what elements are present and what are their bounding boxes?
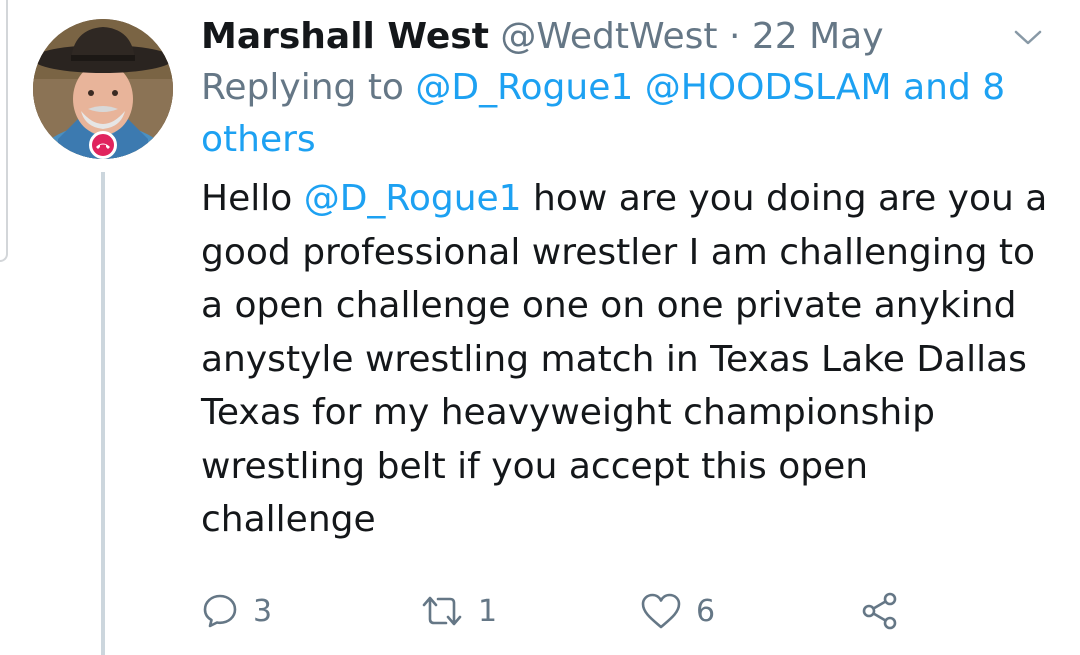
replying-to: Replying to @D_Rogue1 @HOODSLAM and 8 ot… xyxy=(201,62,1051,166)
tweet-text-part-2: how are you doing are you a good profess… xyxy=(201,178,1048,540)
thread-connector-line xyxy=(101,172,105,655)
reply-count: 3 xyxy=(253,593,273,629)
like-icon xyxy=(641,593,681,629)
share-button[interactable] xyxy=(860,586,900,636)
like-button[interactable]: 6 xyxy=(640,586,715,636)
replying-mention-d-rogue1[interactable]: @D_Rogue1 xyxy=(415,67,633,108)
replying-prefix: Replying to xyxy=(201,67,416,108)
replying-mention-hoodslam[interactable]: @HOODSLAM xyxy=(645,67,892,108)
tweet-actions: 3 1 6 xyxy=(201,586,961,636)
user-handle[interactable]: @WedtWest xyxy=(500,16,717,57)
retweet-button[interactable]: 1 xyxy=(420,586,497,636)
retweet-icon xyxy=(422,596,462,626)
tweet-content: Marshall West @WedtWest · 22 May Replyin… xyxy=(201,12,1051,547)
tweet-text: Hello @D_Rogue1 how are you doing are yo… xyxy=(201,172,1051,547)
reply-icon xyxy=(203,594,237,628)
retweet-count: 1 xyxy=(478,593,498,629)
end-call-badge[interactable] xyxy=(89,131,117,159)
share-icon xyxy=(862,592,897,630)
display-name[interactable]: Marshall West xyxy=(201,16,489,57)
tweet-mention-d-rogue1[interactable]: @D_Rogue1 xyxy=(304,178,522,219)
chevron-down-icon[interactable] xyxy=(1013,28,1043,48)
separator-dot: · xyxy=(728,16,741,57)
left-edge-divider xyxy=(0,0,8,262)
tweet-timestamp[interactable]: 22 May xyxy=(752,16,884,57)
end-call-icon xyxy=(96,143,110,149)
tweet-header: Marshall West @WedtWest · 22 May xyxy=(201,12,1051,62)
reply-button[interactable]: 3 xyxy=(201,586,272,636)
like-count: 6 xyxy=(696,593,716,629)
tweet-text-part-1: Hello xyxy=(201,178,304,219)
